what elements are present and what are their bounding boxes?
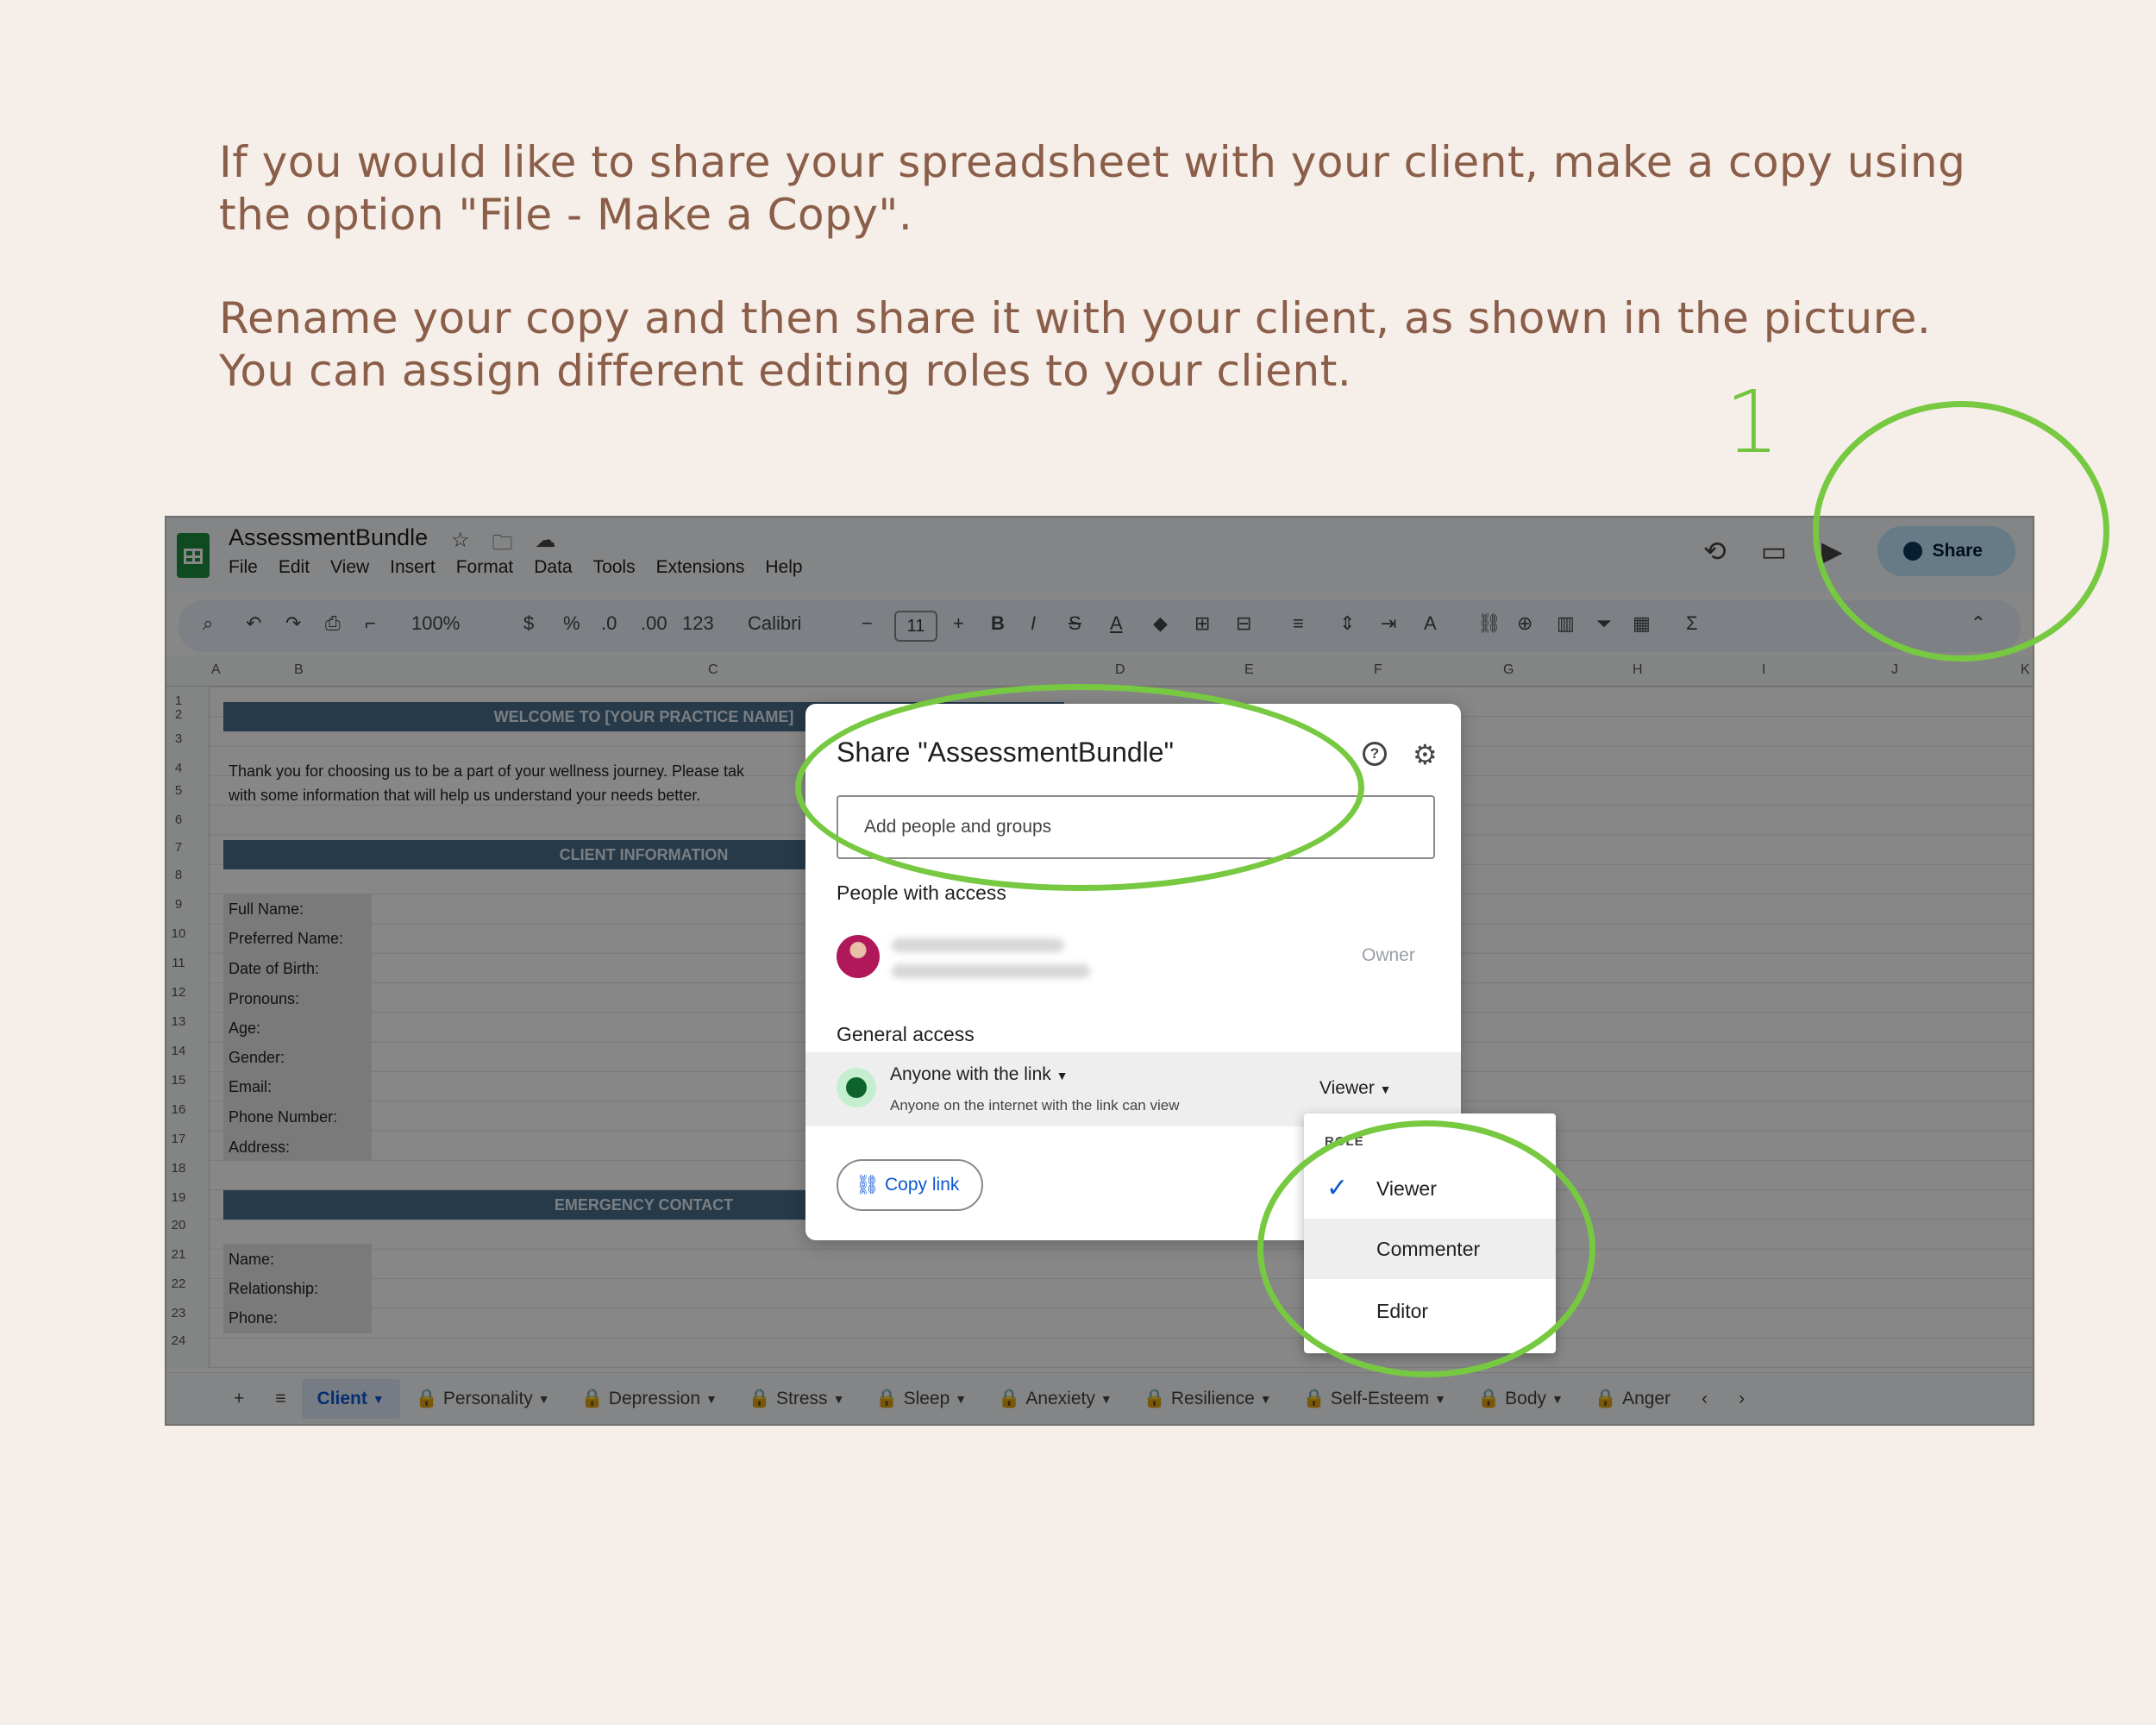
general-access-label: General access [837, 1023, 975, 1045]
instruction-line: If you would like to share your spreadsh… [219, 137, 1966, 187]
gear-icon[interactable]: ⚙ [1413, 738, 1438, 771]
instruction-line: the option "File - Make a Copy". [219, 190, 913, 240]
role-select-value: Viewer [1319, 1078, 1375, 1098]
link-access-label: Anyone with the link [890, 1064, 1051, 1084]
blurred-owner-email [892, 964, 1090, 978]
role-option-viewer[interactable]: ✓ Viewer [1304, 1158, 1556, 1219]
owner-role: Owner [1362, 945, 1415, 965]
role-option-label: Editor [1376, 1300, 1429, 1322]
role-menu-header: ROLE [1325, 1134, 1364, 1149]
role-select[interactable]: Viewer ▼ [1319, 1078, 1392, 1099]
role-option-commenter[interactable]: Commenter [1304, 1219, 1556, 1279]
role-option-label: Commenter [1376, 1238, 1481, 1260]
step-1-number: 1 [1725, 372, 1780, 473]
people-with-access-label: People with access [837, 881, 1006, 904]
add-people-input[interactable]: Add people and groups [837, 795, 1435, 859]
link-icon: ⛓ [856, 1174, 880, 1195]
avatar [837, 935, 880, 978]
role-menu: ROLE ✓ Viewer Commenter Editor [1304, 1113, 1556, 1353]
copy-link-button[interactable]: ⛓ Copy link [837, 1159, 983, 1211]
help-icon[interactable]: ? [1363, 742, 1387, 766]
instructions: If you would like to share your spreadsh… [219, 136, 2030, 398]
instruction-line: Rename your copy and then share it with … [219, 293, 1932, 343]
chevron-down-icon: ▼ [1379, 1082, 1392, 1096]
globe-icon [837, 1068, 876, 1107]
chevron-down-icon: ▼ [1056, 1069, 1069, 1082]
dialog-title: Share "AssessmentBundle" [837, 737, 1174, 768]
role-option-editor[interactable]: Editor [1304, 1281, 1556, 1341]
link-access-description: Anyone on the internet with the link can… [890, 1097, 1180, 1113]
check-icon: ✓ [1326, 1174, 1349, 1202]
blurred-owner-name [892, 938, 1064, 952]
copy-link-label: Copy link [885, 1175, 960, 1195]
role-option-label: Viewer [1376, 1177, 1437, 1200]
link-access-select[interactable]: Anyone with the link ▼ [890, 1064, 1068, 1085]
